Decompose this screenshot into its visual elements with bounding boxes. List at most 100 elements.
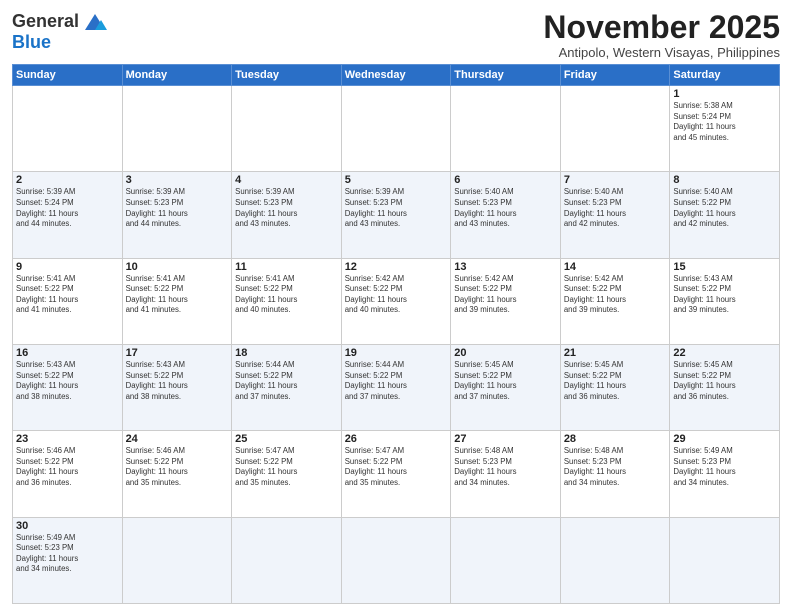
day-info: Sunrise: 5:41 AM Sunset: 5:22 PM Dayligh… — [126, 274, 229, 316]
logo-icon — [81, 10, 109, 32]
day-number: 17 — [126, 347, 229, 359]
table-row — [341, 86, 451, 172]
day-number: 12 — [345, 261, 448, 273]
calendar-week-row: 30Sunrise: 5:49 AM Sunset: 5:23 PM Dayli… — [13, 517, 780, 603]
col-thursday: Thursday — [451, 65, 561, 86]
day-info: Sunrise: 5:38 AM Sunset: 5:24 PM Dayligh… — [673, 101, 776, 143]
day-info: Sunrise: 5:39 AM Sunset: 5:24 PM Dayligh… — [16, 187, 119, 229]
day-info: Sunrise: 5:45 AM Sunset: 5:22 PM Dayligh… — [564, 360, 667, 402]
day-number: 5 — [345, 174, 448, 186]
day-number: 14 — [564, 261, 667, 273]
table-row: 8Sunrise: 5:40 AM Sunset: 5:22 PM Daylig… — [670, 172, 780, 258]
day-number: 26 — [345, 433, 448, 445]
table-row — [560, 517, 670, 603]
table-row — [670, 517, 780, 603]
day-info: Sunrise: 5:44 AM Sunset: 5:22 PM Dayligh… — [235, 360, 338, 402]
day-info: Sunrise: 5:39 AM Sunset: 5:23 PM Dayligh… — [126, 187, 229, 229]
day-info: Sunrise: 5:41 AM Sunset: 5:22 PM Dayligh… — [16, 274, 119, 316]
table-row: 26Sunrise: 5:47 AM Sunset: 5:22 PM Dayli… — [341, 431, 451, 517]
col-friday: Friday — [560, 65, 670, 86]
table-row: 14Sunrise: 5:42 AM Sunset: 5:22 PM Dayli… — [560, 258, 670, 344]
table-row: 29Sunrise: 5:49 AM Sunset: 5:23 PM Dayli… — [670, 431, 780, 517]
day-number: 27 — [454, 433, 557, 445]
day-number: 13 — [454, 261, 557, 273]
day-info: Sunrise: 5:40 AM Sunset: 5:22 PM Dayligh… — [673, 187, 776, 229]
title-area: November 2025 Antipolo, Western Visayas,… — [543, 10, 780, 60]
day-number: 10 — [126, 261, 229, 273]
day-info: Sunrise: 5:39 AM Sunset: 5:23 PM Dayligh… — [235, 187, 338, 229]
table-row: 13Sunrise: 5:42 AM Sunset: 5:22 PM Dayli… — [451, 258, 561, 344]
table-row: 16Sunrise: 5:43 AM Sunset: 5:22 PM Dayli… — [13, 345, 123, 431]
logo-blue-text: Blue — [12, 32, 51, 53]
col-wednesday: Wednesday — [341, 65, 451, 86]
day-info: Sunrise: 5:42 AM Sunset: 5:22 PM Dayligh… — [345, 274, 448, 316]
table-row: 30Sunrise: 5:49 AM Sunset: 5:23 PM Dayli… — [13, 517, 123, 603]
table-row — [451, 86, 561, 172]
calendar-header-row: Sunday Monday Tuesday Wednesday Thursday… — [13, 65, 780, 86]
day-number: 16 — [16, 347, 119, 359]
day-info: Sunrise: 5:49 AM Sunset: 5:23 PM Dayligh… — [673, 446, 776, 488]
day-info: Sunrise: 5:47 AM Sunset: 5:22 PM Dayligh… — [345, 446, 448, 488]
day-number: 22 — [673, 347, 776, 359]
day-info: Sunrise: 5:39 AM Sunset: 5:23 PM Dayligh… — [345, 187, 448, 229]
day-number: 2 — [16, 174, 119, 186]
table-row: 6Sunrise: 5:40 AM Sunset: 5:23 PM Daylig… — [451, 172, 561, 258]
table-row — [13, 86, 123, 172]
table-row: 20Sunrise: 5:45 AM Sunset: 5:22 PM Dayli… — [451, 345, 561, 431]
day-number: 3 — [126, 174, 229, 186]
table-row — [341, 517, 451, 603]
logo-general-text: General — [12, 11, 79, 32]
table-row: 19Sunrise: 5:44 AM Sunset: 5:22 PM Dayli… — [341, 345, 451, 431]
subtitle: Antipolo, Western Visayas, Philippines — [543, 45, 780, 60]
day-number: 24 — [126, 433, 229, 445]
logo: General Blue — [12, 10, 109, 53]
table-row: 10Sunrise: 5:41 AM Sunset: 5:22 PM Dayli… — [122, 258, 232, 344]
col-saturday: Saturday — [670, 65, 780, 86]
table-row — [122, 517, 232, 603]
day-number: 19 — [345, 347, 448, 359]
day-info: Sunrise: 5:47 AM Sunset: 5:22 PM Dayligh… — [235, 446, 338, 488]
day-number: 25 — [235, 433, 338, 445]
table-row: 11Sunrise: 5:41 AM Sunset: 5:22 PM Dayli… — [232, 258, 342, 344]
day-info: Sunrise: 5:42 AM Sunset: 5:22 PM Dayligh… — [564, 274, 667, 316]
day-info: Sunrise: 5:48 AM Sunset: 5:23 PM Dayligh… — [564, 446, 667, 488]
table-row: 27Sunrise: 5:48 AM Sunset: 5:23 PM Dayli… — [451, 431, 561, 517]
day-number: 4 — [235, 174, 338, 186]
table-row: 28Sunrise: 5:48 AM Sunset: 5:23 PM Dayli… — [560, 431, 670, 517]
day-info: Sunrise: 5:41 AM Sunset: 5:22 PM Dayligh… — [235, 274, 338, 316]
month-title: November 2025 — [543, 10, 780, 45]
day-info: Sunrise: 5:46 AM Sunset: 5:22 PM Dayligh… — [126, 446, 229, 488]
table-row — [560, 86, 670, 172]
table-row: 17Sunrise: 5:43 AM Sunset: 5:22 PM Dayli… — [122, 345, 232, 431]
calendar-week-row: 2Sunrise: 5:39 AM Sunset: 5:24 PM Daylig… — [13, 172, 780, 258]
day-number: 11 — [235, 261, 338, 273]
day-number: 29 — [673, 433, 776, 445]
day-info: Sunrise: 5:40 AM Sunset: 5:23 PM Dayligh… — [564, 187, 667, 229]
day-number: 28 — [564, 433, 667, 445]
table-row: 2Sunrise: 5:39 AM Sunset: 5:24 PM Daylig… — [13, 172, 123, 258]
day-number: 20 — [454, 347, 557, 359]
table-row — [122, 86, 232, 172]
table-row: 25Sunrise: 5:47 AM Sunset: 5:22 PM Dayli… — [232, 431, 342, 517]
day-info: Sunrise: 5:43 AM Sunset: 5:22 PM Dayligh… — [126, 360, 229, 402]
table-row: 5Sunrise: 5:39 AM Sunset: 5:23 PM Daylig… — [341, 172, 451, 258]
table-row — [232, 86, 342, 172]
day-info: Sunrise: 5:42 AM Sunset: 5:22 PM Dayligh… — [454, 274, 557, 316]
day-number: 15 — [673, 261, 776, 273]
table-row: 22Sunrise: 5:45 AM Sunset: 5:22 PM Dayli… — [670, 345, 780, 431]
table-row: 15Sunrise: 5:43 AM Sunset: 5:22 PM Dayli… — [670, 258, 780, 344]
table-row: 21Sunrise: 5:45 AM Sunset: 5:22 PM Dayli… — [560, 345, 670, 431]
day-info: Sunrise: 5:43 AM Sunset: 5:22 PM Dayligh… — [673, 274, 776, 316]
day-info: Sunrise: 5:45 AM Sunset: 5:22 PM Dayligh… — [673, 360, 776, 402]
day-number: 18 — [235, 347, 338, 359]
table-row: 9Sunrise: 5:41 AM Sunset: 5:22 PM Daylig… — [13, 258, 123, 344]
day-number: 7 — [564, 174, 667, 186]
table-row: 7Sunrise: 5:40 AM Sunset: 5:23 PM Daylig… — [560, 172, 670, 258]
day-info: Sunrise: 5:48 AM Sunset: 5:23 PM Dayligh… — [454, 446, 557, 488]
table-row: 1Sunrise: 5:38 AM Sunset: 5:24 PM Daylig… — [670, 86, 780, 172]
header: General Blue November 2025 Antipolo, Wes… — [12, 10, 780, 60]
day-number: 1 — [673, 88, 776, 100]
day-number: 30 — [16, 520, 119, 532]
day-number: 21 — [564, 347, 667, 359]
calendar-week-row: 9Sunrise: 5:41 AM Sunset: 5:22 PM Daylig… — [13, 258, 780, 344]
